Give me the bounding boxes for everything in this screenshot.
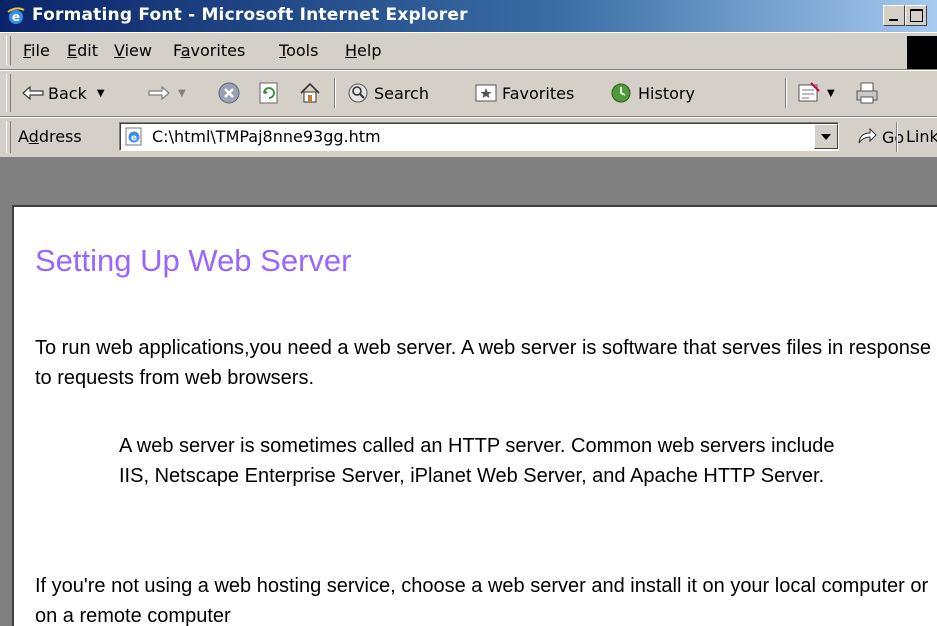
ie-logo-icon: e: [7, 7, 25, 24]
favorites-button[interactable]: Favorites: [474, 78, 574, 108]
address-bar: Address e C:\html\TMPaj8nne93gg.htm Go L…: [0, 117, 937, 158]
toolbar-grip[interactable]: [6, 74, 11, 112]
paragraph-intro: To run web applications,you need a web s…: [35, 337, 932, 389]
refresh-icon: [259, 82, 278, 104]
svg-text:e: e: [131, 134, 137, 144]
menu-edit[interactable]: Edit: [67, 41, 98, 60]
links-button[interactable]: Link: [906, 127, 937, 146]
maximize-icon: [910, 9, 923, 22]
blockquote-text: A web server is sometimes called an HTTP…: [119, 435, 835, 487]
menu-help[interactable]: Help: [345, 41, 381, 60]
menu-grip[interactable]: [6, 36, 11, 65]
address-url: C:\html\TMPaj8nne93gg.htm: [152, 127, 381, 146]
go-arrow-icon: [858, 127, 877, 144]
page-viewport[interactable]: Setting Up Web Server To run web applica…: [12, 205, 937, 626]
menu-tools[interactable]: Tools: [279, 41, 318, 60]
back-dropdown-icon[interactable]: ▼: [97, 88, 105, 99]
search-icon: [348, 83, 368, 103]
svg-text:e: e: [12, 10, 20, 24]
menu-view[interactable]: View: [114, 41, 152, 60]
refresh-button[interactable]: [258, 78, 280, 108]
address-field[interactable]: e C:\html\TMPaj8nne93gg.htm: [119, 122, 839, 151]
maximize-button[interactable]: [905, 5, 927, 26]
address-label: Address: [18, 127, 82, 146]
standard-toolbar: Back ▼ ▼ Search Favorites History ▼: [0, 70, 937, 117]
menu-bar: File Edit View Favorites Tools Help: [0, 32, 937, 70]
menu-file[interactable]: File: [23, 41, 50, 60]
forward-dropdown-icon[interactable]: ▼: [178, 88, 186, 99]
favorites-icon: [475, 84, 497, 102]
paragraph-hosting: If you're not using a web hosting servic…: [35, 575, 929, 626]
toolbar-separator: [334, 78, 336, 108]
stop-button[interactable]: [217, 78, 241, 108]
page-heading: Setting Up Web Server: [35, 243, 352, 278]
address-grip[interactable]: [6, 121, 11, 153]
history-icon: [611, 83, 631, 103]
history-button[interactable]: History: [608, 78, 695, 108]
print-icon: [856, 82, 878, 104]
edit-icon: [798, 82, 820, 102]
mail-button[interactable]: ▼: [797, 78, 835, 108]
search-button[interactable]: Search: [346, 78, 429, 108]
back-arrow-icon: [22, 86, 44, 100]
forward-button[interactable]: ▼: [148, 78, 186, 108]
window-title: Formating Font - Microsoft Internet Expl…: [32, 5, 468, 25]
home-button[interactable]: [298, 78, 322, 108]
forward-arrow-icon: [148, 86, 170, 100]
back-button[interactable]: Back ▼: [22, 78, 105, 108]
mail-dropdown-icon[interactable]: ▼: [827, 88, 835, 99]
page-icon: e: [125, 127, 142, 146]
title-bar[interactable]: e Formating Font - Microsoft Internet Ex…: [0, 0, 937, 32]
chevron-down-icon: [821, 134, 831, 140]
home-icon: [300, 82, 320, 103]
stop-icon: [218, 82, 240, 104]
menu-favorites[interactable]: Favorites: [173, 41, 245, 60]
print-button[interactable]: [854, 78, 880, 108]
minimize-button[interactable]: [883, 5, 905, 26]
browser-window: e Formating Font - Microsoft Internet Ex…: [0, 0, 937, 626]
address-separator: [896, 122, 898, 152]
windows-logo-throbber: [907, 36, 937, 69]
toolbar-separator: [785, 78, 787, 108]
minimize-icon: [889, 19, 898, 21]
address-dropdown-button[interactable]: [814, 124, 838, 149]
